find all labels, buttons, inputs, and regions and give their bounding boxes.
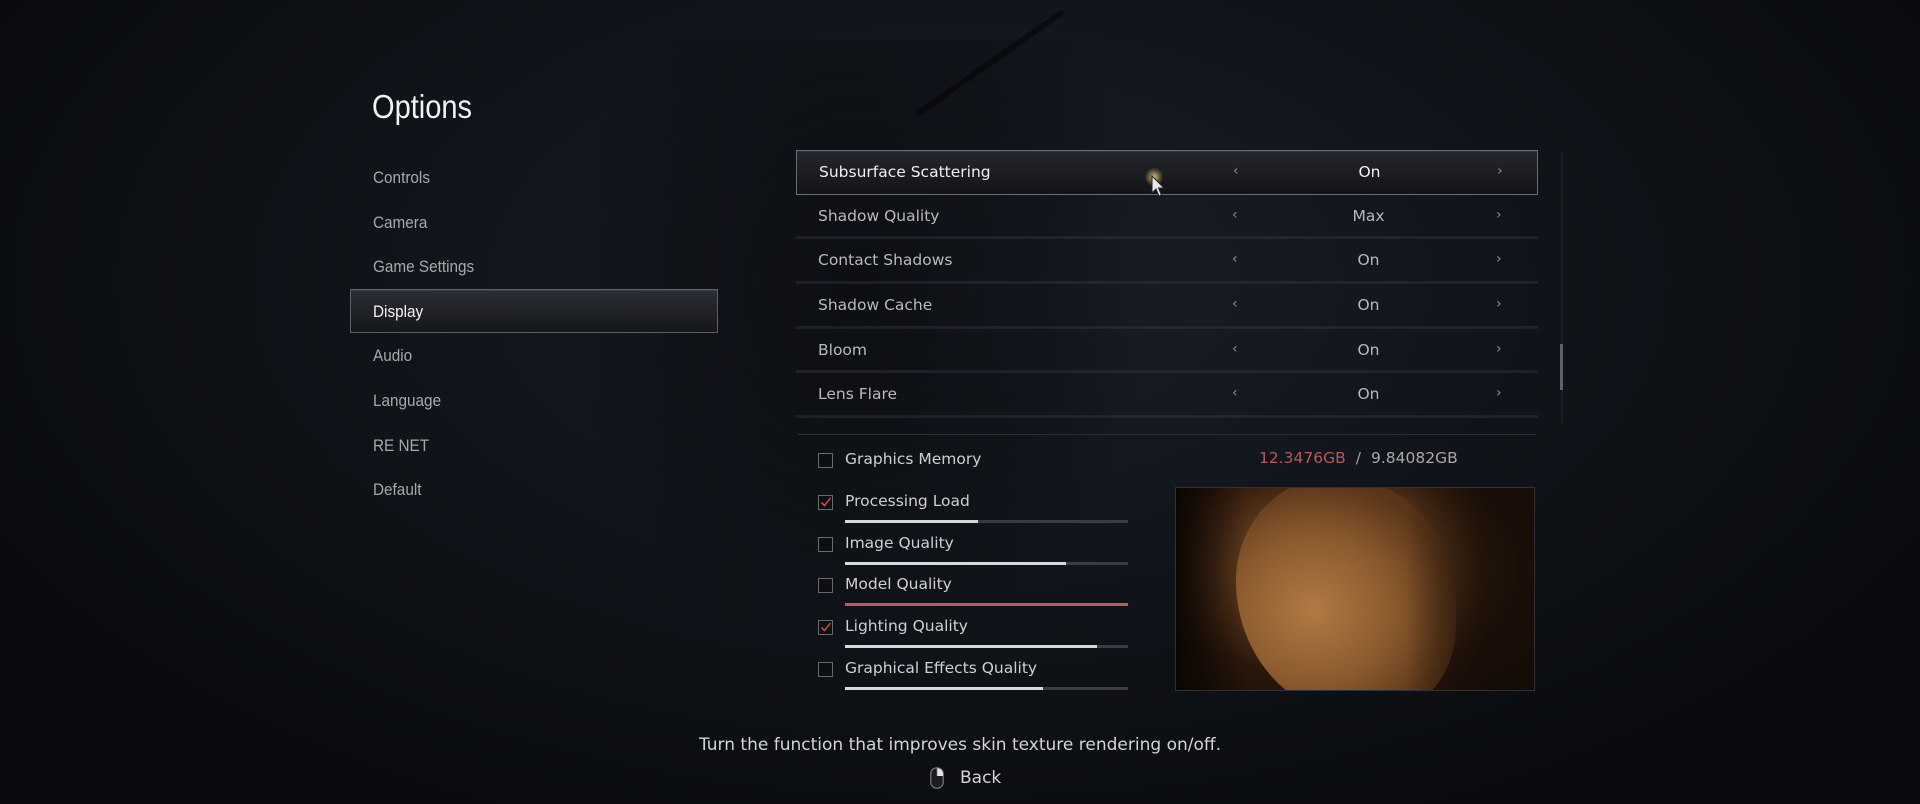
graphics-memory-readout: 12.3476GB / 9.84082GB — [1259, 449, 1458, 467]
budget-meter-fill — [845, 603, 1128, 607]
graphical-effects-quality-checkbox[interactable] — [818, 661, 833, 677]
checkmark-icon — [820, 622, 832, 632]
graphics-memory-checkbox[interactable] — [818, 453, 833, 468]
budget-label: Graphical Effects Quality — [845, 658, 1038, 677]
nav-item-game-settings[interactable]: Game Settings — [350, 244, 718, 289]
chevron-right-icon[interactable]: › — [1496, 373, 1502, 413]
setting-label: Lens Flare — [818, 385, 898, 404]
setting-description: Turn the function that improves skin tex… — [698, 735, 1221, 755]
background-branch — [914, 8, 1066, 118]
setting-label: Contact Shadows — [818, 251, 953, 270]
checkmark-icon — [820, 497, 832, 507]
nav-item-label: Default — [373, 480, 422, 500]
setting-value: On — [1357, 340, 1380, 359]
setting-subsurface-scattering[interactable]: Subsurface Scattering ‹ On › — [796, 150, 1538, 195]
processing-load-checkbox[interactable] — [818, 494, 833, 510]
nav-item-label: Language — [373, 390, 442, 410]
chevron-left-icon[interactable]: ‹ — [1232, 195, 1238, 235]
setting-bloom[interactable]: Bloom ‹ On › — [796, 329, 1538, 374]
budget-meter — [845, 645, 1128, 649]
nav-item-label: Game Settings — [373, 257, 475, 277]
setting-lens-flare[interactable]: Lens Flare ‹ On › — [796, 373, 1538, 419]
budget-row-processing-load: Processing Load — [818, 487, 1148, 529]
back-button[interactable]: Back — [930, 764, 1001, 792]
back-label: Back — [960, 768, 1002, 788]
setting-label: Shadow Quality — [818, 206, 940, 225]
setting-label: Bloom — [818, 340, 868, 359]
budget-label: Graphics Memory — [845, 450, 982, 468]
chevron-left-icon[interactable]: ‹ — [1232, 373, 1238, 413]
options-nav: Controls Camera Game Settings Display Au… — [350, 155, 718, 512]
mouse-right-click-icon — [930, 767, 944, 789]
display-settings-list: Subsurface Scattering ‹ On › Shadow Qual… — [796, 150, 1538, 419]
memory-total: 9.84082GB — [1370, 449, 1458, 467]
budget-meter — [845, 561, 1128, 565]
chevron-right-icon[interactable]: › — [1496, 239, 1502, 279]
nav-item-label: Controls — [373, 168, 430, 187]
budget-row-graphics-memory: Graphics Memory — [818, 445, 1148, 487]
budget-label: Model Quality — [845, 575, 952, 594]
nav-item-language[interactable]: Language — [350, 378, 718, 423]
nav-item-camera[interactable]: Camera — [350, 200, 718, 245]
setting-value: On — [1357, 296, 1380, 315]
image-quality-checkbox[interactable] — [818, 536, 833, 552]
setting-contact-shadows[interactable]: Contact Shadows ‹ On › — [796, 239, 1538, 285]
budget-row-lighting-quality: Lighting Quality — [818, 612, 1148, 654]
nav-item-re-net[interactable]: RE NET — [350, 423, 718, 468]
setting-preview-image — [1175, 487, 1535, 691]
setting-value: On — [1358, 163, 1381, 181]
chevron-left-icon[interactable]: ‹ — [1232, 239, 1238, 279]
nav-item-default[interactable]: Default — [350, 467, 718, 512]
nav-item-label: Audio — [373, 346, 413, 366]
chevron-right-icon[interactable]: › — [1497, 151, 1503, 191]
budget-row-image-quality: Image Quality — [818, 529, 1148, 571]
nav-item-label: Camera — [373, 212, 428, 232]
setting-label: Shadow Cache — [818, 296, 933, 315]
memory-used: 12.3476GB — [1259, 449, 1346, 467]
model-quality-checkbox[interactable] — [818, 578, 833, 594]
budget-label: Lighting Quality — [845, 617, 968, 636]
section-divider — [798, 434, 1536, 435]
nav-item-controls[interactable]: Controls — [350, 155, 718, 200]
chevron-right-icon[interactable]: › — [1496, 284, 1502, 324]
nav-item-label: RE NET — [373, 435, 430, 455]
graphics-budget-panel: Graphics Memory Processing Load Image Qu… — [818, 445, 1148, 696]
setting-value: On — [1357, 251, 1380, 270]
setting-value: On — [1357, 385, 1380, 404]
setting-value: Max — [1352, 206, 1385, 225]
chevron-left-icon[interactable]: ‹ — [1232, 329, 1238, 369]
nav-item-display[interactable]: Display — [350, 288, 718, 334]
budget-meter-fill — [845, 686, 1044, 690]
setting-shadow-quality[interactable]: Shadow Quality ‹ Max › — [796, 195, 1538, 240]
budget-row-model-quality: Model Quality — [818, 570, 1148, 612]
budget-row-graphical-effects-quality: Graphical Effects Quality — [818, 654, 1148, 696]
chevron-right-icon[interactable]: › — [1496, 329, 1502, 369]
budget-label: Image Quality — [845, 533, 954, 552]
settings-scrollbar-thumb[interactable] — [1560, 344, 1563, 390]
nav-item-label: Display — [373, 301, 424, 321]
mouse-cursor-icon — [1151, 175, 1166, 197]
lighting-quality-checkbox[interactable] — [818, 620, 833, 636]
budget-meter-fill — [845, 561, 1066, 565]
chevron-right-icon[interactable]: › — [1496, 195, 1502, 235]
budget-meter — [845, 519, 1128, 523]
budget-meter-fill — [845, 645, 1097, 649]
chevron-left-icon[interactable]: ‹ — [1233, 151, 1239, 191]
budget-meter — [845, 603, 1128, 607]
budget-label: Processing Load — [845, 491, 970, 510]
budget-meter — [845, 686, 1128, 690]
setting-shadow-cache[interactable]: Shadow Cache ‹ On › — [796, 284, 1538, 329]
memory-separator: / — [1355, 449, 1361, 467]
setting-label: Subsurface Scattering — [819, 163, 991, 181]
page-title: Options — [372, 88, 473, 125]
budget-meter-fill — [845, 519, 978, 523]
nav-item-audio[interactable]: Audio — [350, 333, 718, 378]
chevron-left-icon[interactable]: ‹ — [1232, 284, 1238, 324]
